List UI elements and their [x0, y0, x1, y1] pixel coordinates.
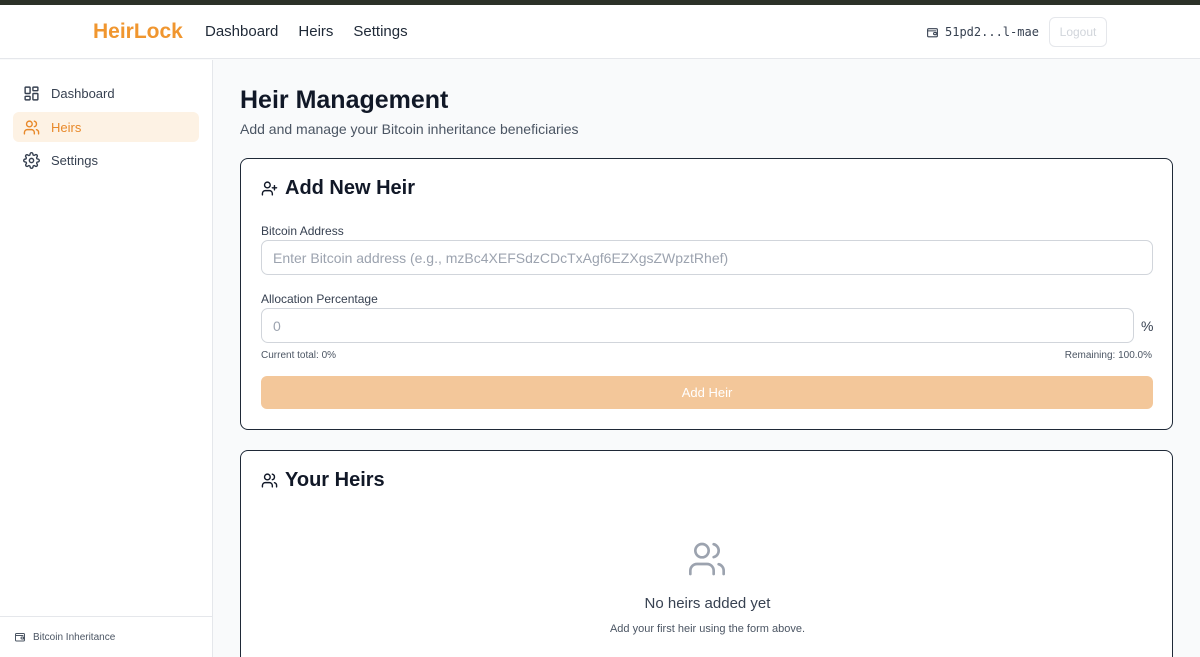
nav-heirs[interactable]: Heirs: [298, 23, 333, 40]
gear-icon: [23, 151, 40, 169]
wallet-icon: [15, 633, 25, 642]
users-icon: [23, 119, 40, 135]
main-content: Heir Management Add and manage your Bitc…: [214, 60, 1200, 657]
app-logo[interactable]: HeirLock: [93, 20, 183, 44]
allocation-input[interactable]: [261, 308, 1134, 343]
bitcoin-address-label: Bitcoin Address: [261, 224, 344, 238]
sidebar-item-dashboard[interactable]: Dashboard: [13, 78, 199, 108]
add-heir-card: Add New Heir Bitcoin Address Allocation …: [240, 158, 1173, 430]
add-heir-title: Add New Heir: [261, 177, 415, 200]
wallet-indicator: 51pd2...l-mae: [926, 25, 1039, 39]
page-title: Heir Management: [240, 86, 449, 114]
dashboard-icon: [24, 85, 39, 101]
users-icon: [261, 473, 278, 488]
allocation-label: Allocation Percentage: [261, 292, 378, 306]
sidebar-footer: Bitcoin Inheritance: [0, 616, 212, 657]
add-heir-title-text: Add New Heir: [285, 177, 416, 199]
top-nav: Dashboard Heirs Settings: [205, 23, 408, 40]
sidebar: Dashboard Heirs Settings Bitcoin Inherit…: [0, 60, 213, 657]
wallet-address: 51pd2...l-mae: [945, 25, 1039, 39]
current-total-text: Current total: 0%: [261, 350, 337, 361]
sidebar-item-heirs[interactable]: Heirs: [13, 112, 199, 142]
your-heirs-card: Your Heirs No heirs added yet Add your f…: [240, 450, 1173, 657]
users-icon: [689, 542, 725, 576]
wallet-icon: [927, 27, 938, 37]
add-heir-button[interactable]: Add Heir: [261, 376, 1153, 409]
app-header: HeirLock Dashboard Heirs Settings 51pd2.…: [0, 5, 1200, 59]
your-heirs-title: Your Heirs: [261, 469, 385, 492]
your-heirs-title-text: Your Heirs: [285, 469, 385, 491]
percent-sign: %: [1141, 318, 1154, 334]
page-subtitle: Add and manage your Bitcoin inheritance …: [240, 121, 579, 137]
sidebar-item-label: Dashboard: [51, 85, 115, 101]
nav-settings[interactable]: Settings: [353, 23, 407, 40]
user-plus-icon: [261, 181, 278, 196]
sidebar-item-settings[interactable]: Settings: [13, 145, 199, 175]
empty-state-subtitle: Add your first heir using the form above…: [609, 623, 806, 635]
bitcoin-address-input[interactable]: [261, 240, 1153, 275]
logout-button[interactable]: Logout: [1049, 17, 1107, 47]
empty-state-title: No heirs added yet: [644, 595, 771, 612]
sidebar-item-label: Heirs: [51, 119, 82, 135]
sidebar-item-label: Settings: [51, 152, 98, 168]
remaining-text: Remaining: 100.0%: [1064, 350, 1152, 361]
sidebar-footer-label: Bitcoin Inheritance: [33, 631, 116, 643]
nav-dashboard[interactable]: Dashboard: [205, 23, 278, 40]
